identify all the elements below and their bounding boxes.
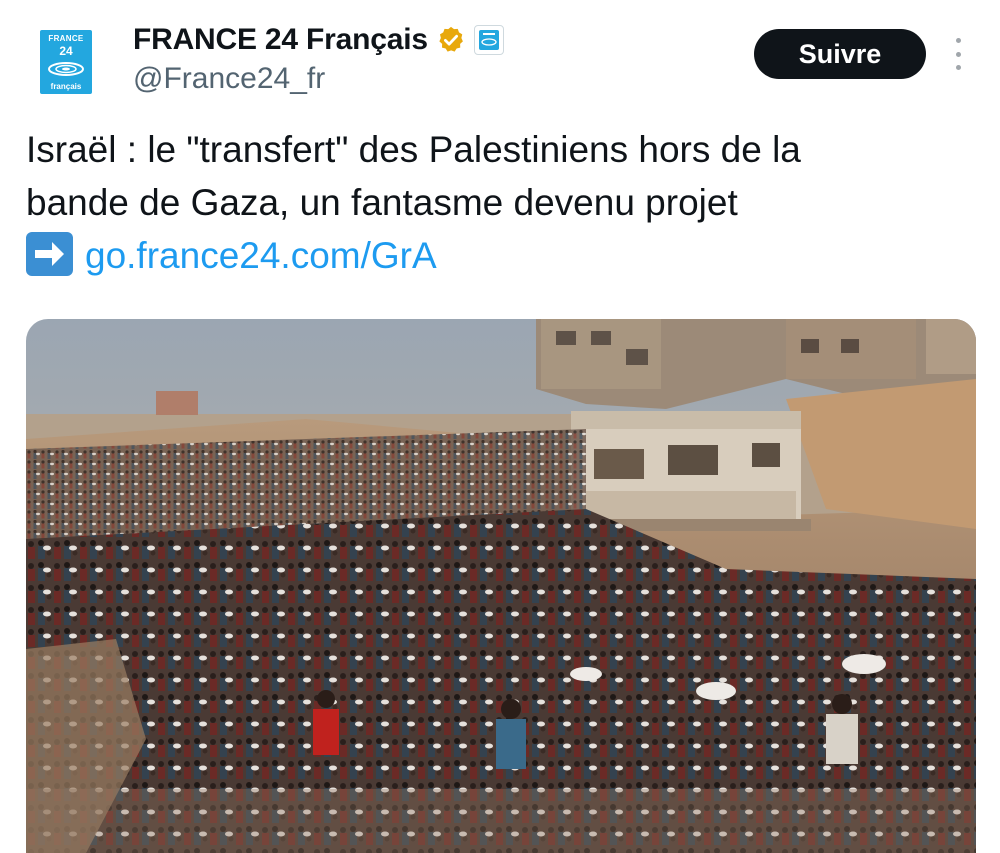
article-link[interactable]: go.france24.com/GrA xyxy=(85,235,437,276)
more-dot xyxy=(955,65,961,70)
display-name[interactable]: FRANCE 24 Français xyxy=(133,23,428,57)
author-handle[interactable]: @France24_fr xyxy=(133,62,504,96)
avatar-line2: 24 xyxy=(59,44,73,58)
display-name-row: FRANCE 24 Français xyxy=(133,22,504,58)
verified-badge-icon[interactable] xyxy=(436,25,466,55)
right-arrow-icon xyxy=(26,232,73,276)
france24-logo-icon xyxy=(48,62,84,76)
follow-button[interactable]: Suivre xyxy=(754,29,926,79)
tweet-photo[interactable] xyxy=(26,319,976,853)
tweet-text-line2: bande de Gaza, un fantasme devenu projet xyxy=(26,182,738,223)
avatar-line3: français xyxy=(50,82,82,91)
avatar-line1: FRANCE xyxy=(48,34,84,43)
more-options-icon[interactable] xyxy=(948,38,968,70)
tweet-header: FRANCE 24 français FRANCE 24 Français @F… xyxy=(0,0,1000,110)
affiliation-badge-icon[interactable] xyxy=(473,25,504,55)
tweet-link-line: go.france24.com/GrA xyxy=(26,229,976,282)
more-dot xyxy=(955,51,961,57)
author-avatar[interactable]: FRANCE 24 français xyxy=(40,30,92,94)
more-dot xyxy=(955,38,961,43)
gaza-crowd-photo xyxy=(26,319,976,853)
tweet-text: Israël : le "transfert" des Palestiniens… xyxy=(26,123,976,282)
author-names: FRANCE 24 Français @France24_fr xyxy=(133,22,504,96)
france24-mini-logo-icon xyxy=(481,33,497,46)
tweet-text-line1: Israël : le "transfert" des Palestiniens… xyxy=(26,129,801,170)
affiliation-badge-logo xyxy=(478,30,499,50)
